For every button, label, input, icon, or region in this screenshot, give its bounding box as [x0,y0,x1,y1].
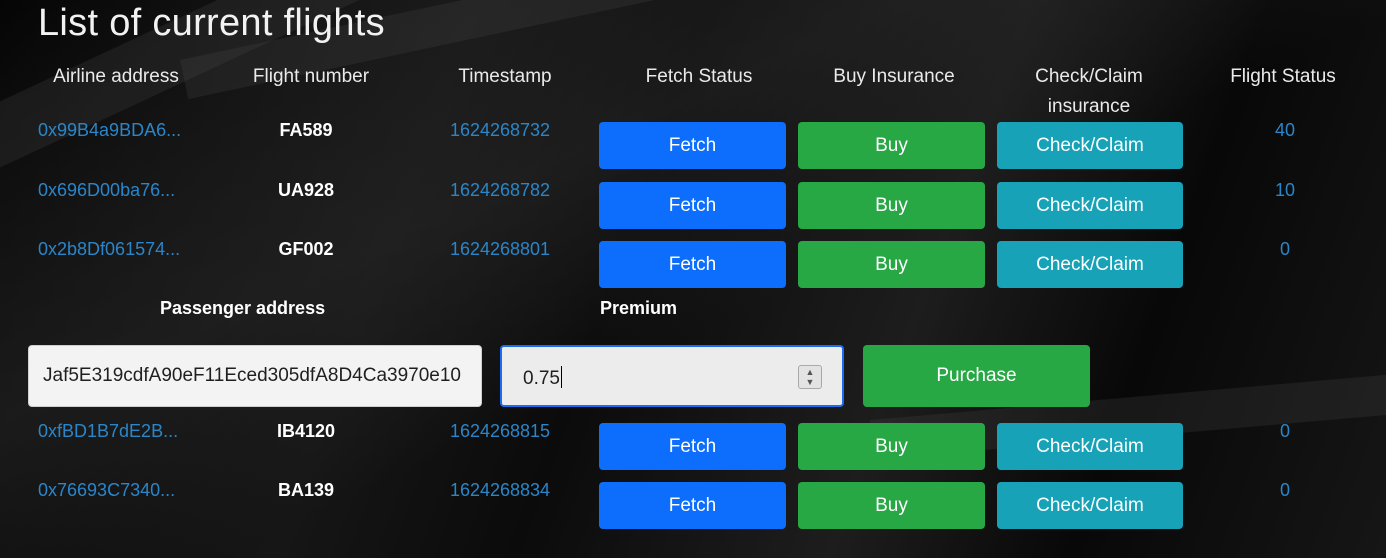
check-claim-button[interactable]: Check/Claim [997,182,1183,229]
flight-status-value: 0 [1279,480,1290,500]
flight-status-value: 0 [1279,421,1290,441]
flight-row: 0x76693C7340... BA139 1624268834 Fetch B… [0,480,1386,532]
timestamp-value: 1624268834 [449,480,551,500]
flight-status-value: 0 [1279,239,1290,259]
header-timestamp: Timestamp [458,66,552,87]
check-claim-button[interactable]: Check/Claim [997,423,1183,470]
flight-status-value: 10 [1274,180,1296,200]
flight-number: BA139 [277,480,335,500]
header-buy-insurance: Buy Insurance [833,66,955,87]
flight-number: IB4120 [276,421,336,441]
flight-row: 0x2b8Df061574... GF002 1624268801 Fetch … [0,239,1386,291]
check-claim-button[interactable]: Check/Claim [997,241,1183,288]
header-check-claim-insurance: Check/Claim insurance [1035,66,1143,117]
chevron-down-icon[interactable]: ▼ [806,377,815,387]
header-flight-status: Flight Status [1230,66,1336,87]
airline-address-link[interactable]: 0x76693C7340... [38,480,198,501]
buy-button[interactable]: Buy [798,423,985,470]
fetch-button[interactable]: Fetch [599,241,786,288]
passenger-address-value: Jaf5E319cdfA90eF11Eced305dfA8D4Ca3970e10 [43,365,461,386]
airline-address-link[interactable]: 0x99B4a9BDA6... [38,120,198,141]
flight-row: 0x696D00ba76... UA928 1624268782 Fetch B… [0,180,1386,232]
flight-row: 0xfBD1B7dE2B... IB4120 1624268815 Fetch … [0,421,1386,473]
chevron-up-icon[interactable]: ▲ [806,367,815,377]
timestamp-value: 1624268815 [449,421,551,441]
passenger-address-label: Passenger address [160,298,326,318]
buy-button[interactable]: Buy [798,482,985,529]
premium-label: Premium [600,298,678,318]
fetch-button[interactable]: Fetch [599,182,786,229]
buy-button[interactable]: Buy [798,122,985,169]
flight-number: FA589 [279,120,333,140]
passenger-address-input[interactable]: Jaf5E319cdfA90eF11Eced305dfA8D4Ca3970e10 [28,345,482,407]
flight-row: 0x99B4a9BDA6... FA589 1624268732 Fetch B… [0,120,1386,172]
page-title: List of current flights [38,2,385,44]
flight-number: UA928 [277,180,335,200]
timestamp-value: 1624268732 [449,120,551,140]
fetch-button[interactable]: Fetch [599,122,786,169]
number-spinner[interactable]: ▲ ▼ [798,365,822,389]
buy-button[interactable]: Buy [798,182,985,229]
flight-status-value: 40 [1274,120,1296,140]
check-claim-button[interactable]: Check/Claim [997,482,1183,529]
header-flight-number: Flight number [252,66,370,87]
airline-address-link[interactable]: 0x696D00ba76... [38,180,198,201]
purchase-button[interactable]: Purchase [863,345,1090,407]
text-caret [560,366,562,388]
premium-value: 0.75 [523,368,560,389]
timestamp-value: 1624268801 [449,239,551,259]
premium-value-wrapper: 0.75 [523,366,562,390]
fetch-button[interactable]: Fetch [599,423,786,470]
premium-input[interactable]: 0.75 ▲ ▼ [500,345,844,407]
header-airline-address: Airline address [53,66,179,87]
fetch-button[interactable]: Fetch [599,482,786,529]
check-claim-button[interactable]: Check/Claim [997,122,1183,169]
airline-address-link[interactable]: 0xfBD1B7dE2B... [38,421,198,442]
airline-address-link[interactable]: 0x2b8Df061574... [38,239,198,260]
header-fetch-status: Fetch Status [645,66,753,87]
timestamp-value: 1624268782 [449,180,551,200]
buy-button[interactable]: Buy [798,241,985,288]
flight-number: GF002 [278,239,334,259]
